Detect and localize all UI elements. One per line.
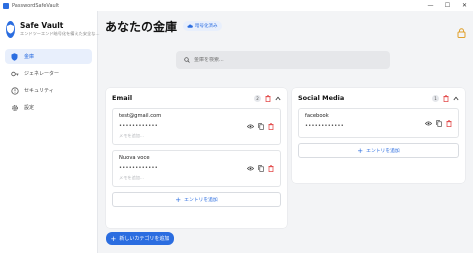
sidebar-item-generator[interactable]: ジェネレーター [5,66,92,81]
header: あなたの金庫 暗号化済み [98,11,473,41]
app-name: Safe Vault [20,21,64,30]
entry-card: test@gmail.com •••••••••••• メモを追加... [112,108,281,145]
close-button[interactable]: ✕ [456,2,473,9]
plus-icon: + [357,146,364,155]
category-actions: 1 [432,94,459,102]
entry-actions [425,120,452,127]
eye-icon[interactable] [247,124,254,129]
entry-note[interactable]: メモを追加... [119,175,274,181]
sidebar-item-label: ジェネレーター [24,71,60,77]
entry-note[interactable]: メモを追加... [119,133,274,139]
sidebar-item-label: 設定 [24,105,35,111]
entry-name: facebook [305,113,329,119]
search-input[interactable] [194,57,374,63]
search-icon [184,57,190,63]
add-entry-label: エントリを追加 [366,149,400,154]
sidebar-item-security[interactable]: セキュリティ [5,83,92,98]
chevron-up-icon[interactable] [275,96,281,101]
copy-icon[interactable] [436,120,442,127]
entry-actions [247,165,274,172]
delete-entry-icon[interactable] [268,123,274,130]
entry-card: Nuova voce •••••••••••• メモを追加... [112,150,281,187]
security-icon [10,86,19,95]
category-social-media: Social Media 1 facebook •••••••••••• + エ… [292,88,465,183]
app-icon [3,2,9,9]
gear-icon [10,103,19,112]
minimize-button[interactable]: — [422,2,439,9]
category-header: Social Media 1 [292,88,465,108]
delete-category-icon[interactable] [443,94,449,102]
copy-icon[interactable] [258,123,264,130]
entry-actions [247,123,274,130]
window-title: PasswordSafeVault [12,2,60,9]
category-title: Social Media [298,94,345,102]
chevron-up-icon[interactable] [453,96,459,101]
eye-icon[interactable] [425,121,432,126]
entry-name: test@gmail.com [119,113,162,119]
maximize-button[interactable]: ☐ [439,2,456,9]
delete-entry-icon[interactable] [446,120,452,127]
shield-logo-icon [6,20,15,38]
lock-icon[interactable] [457,23,467,38]
main-content: あなたの金庫 暗号化済み Email 2 test@gmail.com ••••… [98,11,473,253]
plus-icon: + [110,234,117,243]
status-text: 暗号化済み [195,24,218,29]
status-badge: 暗号化済み [183,21,222,31]
category-email: Email 2 test@gmail.com •••••••••••• メモを追… [106,88,287,228]
window-controls: — ☐ ✕ [422,2,473,9]
search-bar[interactable] [176,51,390,69]
shield-icon [10,52,19,61]
sidebar-item-label: 金庫 [24,54,35,60]
cloud-icon [187,24,193,28]
delete-entry-icon[interactable] [268,165,274,172]
plus-icon: + [175,195,182,204]
delete-category-icon[interactable] [265,94,271,102]
entry-card: facebook •••••••••••• [298,108,459,138]
sidebar-item-vault[interactable]: 金庫 [5,49,92,64]
count-badge: 1 [432,94,439,102]
add-category-label: 新しいカテゴリを追加 [119,236,170,242]
title-bar: PasswordSafeVault — ☐ ✕ [0,0,473,11]
add-category-button[interactable]: + 新しいカテゴリを追加 [106,232,174,245]
sidebar: Safe Vault エンドツーエンド暗号化を備えた安全な… 金庫 ジェネレータ… [0,11,100,253]
entry-name: Nuova voce [119,155,150,161]
add-entry-label: エントリを追加 [184,198,218,203]
copy-icon[interactable] [258,165,264,172]
category-actions: 2 [254,94,281,102]
add-entry-button[interactable]: + エントリを追加 [112,192,281,207]
sidebar-item-label: セキュリティ [24,88,54,94]
category-header: Email 2 [106,88,287,108]
sidebar-item-settings[interactable]: 設定 [5,100,92,115]
brand: Safe Vault エンドツーエンド暗号化を備えた安全な… [0,11,100,41]
app-subtitle: エンドツーエンド暗号化を備えた安全な… [20,31,100,36]
eye-icon[interactable] [247,166,254,171]
add-entry-button[interactable]: + エントリを追加 [298,143,459,158]
sidebar-nav: 金庫 ジェネレーター セキュリティ 設定 [0,49,97,115]
page-title: あなたの金庫 [105,19,178,34]
count-badge: 2 [254,94,261,102]
category-title: Email [112,94,133,102]
key-icon [10,69,19,78]
